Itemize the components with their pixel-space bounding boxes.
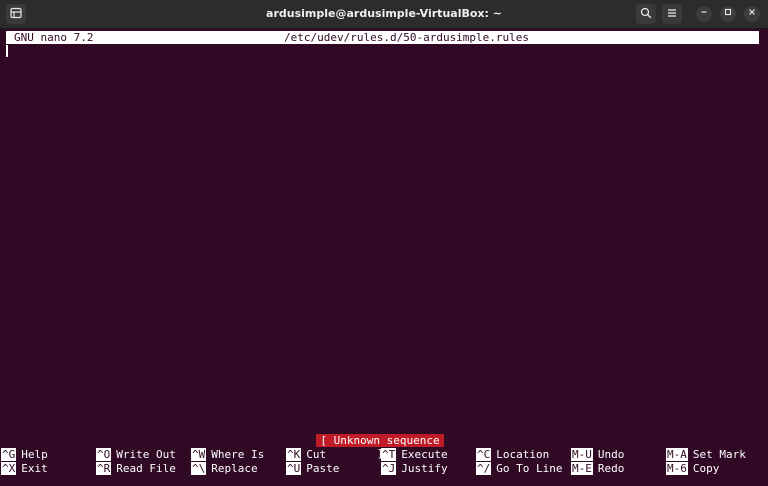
status-message: [ Unknown sequence ] xyxy=(316,434,444,460)
terminal-tab-icon xyxy=(10,7,22,21)
shortcut-location[interactable]: ^C Location xyxy=(476,448,549,461)
shortcut-key: ^C xyxy=(476,448,492,461)
shortcut-exit[interactable]: ^X Exit xyxy=(1,462,48,475)
shortcut-label: Justify xyxy=(401,462,448,475)
shortcut-cut[interactable]: ^K Cut xyxy=(286,448,326,461)
menu-button[interactable] xyxy=(662,4,682,24)
maximize-button[interactable] xyxy=(720,6,736,22)
shortcut-label: Go To Line xyxy=(496,462,563,475)
shortcut-label: Copy xyxy=(692,462,720,475)
minimize-icon xyxy=(700,8,708,19)
shortcut-write-out[interactable]: ^O Write Out xyxy=(96,448,176,461)
shortcut-key: ^U xyxy=(286,462,302,475)
shortcut-copy[interactable]: M-6 Copy xyxy=(666,462,719,475)
shortcut-key: M-E xyxy=(571,462,593,475)
shortcut-key: ^G xyxy=(1,448,17,461)
shortcut-key: ^W xyxy=(191,448,207,461)
shortcut-key: ^X xyxy=(1,462,17,475)
maximize-icon xyxy=(724,8,732,19)
shortcut-label: Paste xyxy=(306,462,340,475)
shortcut-redo[interactable]: M-E Redo xyxy=(571,462,624,475)
nano-version: GNU nano 7.2 xyxy=(14,31,94,44)
shortcut-where-is[interactable]: ^W Where Is xyxy=(191,448,264,461)
shortcut-execute[interactable]: ^T Execute xyxy=(381,448,448,461)
shortcut-label: Undo xyxy=(597,448,625,461)
shortcut-key: ^J xyxy=(381,462,397,475)
shortcut-key: ^T xyxy=(381,448,397,461)
hamburger-menu-icon xyxy=(666,7,678,21)
shortcut-key: M-U xyxy=(571,448,593,461)
shortcut-paste[interactable]: ^U Paste xyxy=(286,462,339,475)
search-button[interactable] xyxy=(636,4,656,24)
new-tab-button[interactable] xyxy=(6,4,26,24)
shortcut-label: Cut xyxy=(306,448,327,461)
shortcut-label: Help xyxy=(21,448,48,461)
shortcut-go-to-line[interactable]: ^/ Go To Line xyxy=(476,462,562,475)
shortcut-replace[interactable]: ^\ Replace xyxy=(191,462,258,475)
shortcut-label: Read File xyxy=(116,462,176,475)
close-button[interactable] xyxy=(744,6,760,22)
shortcut-key: M-A xyxy=(666,448,688,461)
shortcut-key: ^/ xyxy=(476,462,492,475)
close-icon xyxy=(748,8,756,19)
minimize-button[interactable] xyxy=(696,6,712,22)
shortcut-label: Write Out xyxy=(116,448,176,461)
shortcut-label: Execute xyxy=(401,448,448,461)
shortcut-key: M-6 xyxy=(666,462,688,475)
shortcut-label: Replace xyxy=(211,462,258,475)
nano-header-bar: GNU nano 7.2 /etc/udev/rules.d/50-ardusi… xyxy=(6,31,759,44)
file-name: /etc/udev/rules.d/50-ardusimple.rules xyxy=(284,31,530,44)
shortcut-label: Where Is xyxy=(211,448,265,461)
shortcut-justify[interactable]: ^J Justify xyxy=(381,462,448,475)
shortcut-label: Exit xyxy=(21,462,48,475)
shortcut-help[interactable]: ^G Help xyxy=(1,448,48,461)
shortcut-key: ^O xyxy=(96,448,112,461)
shortcut-set-mark[interactable]: M-A Set Mark xyxy=(666,448,746,461)
shortcut-label: Location xyxy=(496,448,550,461)
shortcut-key: ^K xyxy=(286,448,302,461)
search-icon xyxy=(640,7,652,21)
shortcut-key: ^\ xyxy=(191,462,207,475)
shortcut-label: Set Mark xyxy=(692,448,746,461)
shortcut-key: ^R xyxy=(96,462,112,475)
shortcut-read-file[interactable]: ^R Read File xyxy=(96,462,176,475)
terminal-window: ardusimple@ardusimple-VirtualBox: ~ GNU … xyxy=(0,0,768,486)
text-cursor[interactable] xyxy=(6,45,8,57)
shortcut-undo[interactable]: M-U Undo xyxy=(571,448,624,461)
shortcut-label: Redo xyxy=(597,462,625,475)
title-bar: ardusimple@ardusimple-VirtualBox: ~ xyxy=(0,0,768,29)
